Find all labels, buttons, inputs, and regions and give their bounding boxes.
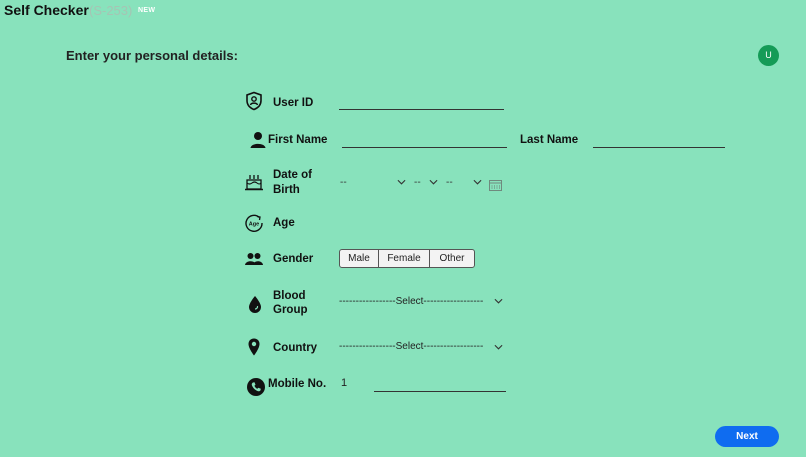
country-select[interactable]: -----------------Select-----------------…	[339, 341, 483, 352]
chevron-down-icon[interactable]	[429, 179, 438, 185]
dob-year-value[interactable]: --	[446, 177, 453, 188]
blood-group-select[interactable]: -----------------Select-----------------…	[339, 296, 483, 307]
dob-day-value[interactable]: --	[340, 177, 347, 188]
chevron-down-icon[interactable]	[473, 179, 482, 185]
shield-user-icon	[244, 91, 264, 111]
first-name-input[interactable]	[342, 147, 507, 148]
location-pin-icon	[244, 337, 264, 357]
next-button[interactable]: Next	[715, 426, 779, 447]
blood-group-label-line2: Group	[273, 304, 308, 316]
chevron-down-icon[interactable]	[494, 344, 503, 350]
dob-label-line2: Birth	[273, 184, 300, 196]
age-icon-text: Age	[249, 222, 259, 228]
mobile-input[interactable]	[374, 391, 506, 392]
blood-group-label-line1: Blood	[273, 290, 306, 302]
gender-label: Gender	[273, 253, 314, 265]
app-title: Self Checker	[4, 2, 89, 18]
dob-label-line1: Date of	[273, 169, 312, 181]
last-name-input[interactable]	[593, 147, 725, 148]
birthday-cake-icon	[244, 172, 264, 192]
user-id-input[interactable]	[339, 109, 504, 110]
country-label: Country	[273, 342, 318, 354]
calendar-icon[interactable]	[489, 179, 502, 191]
gender-male-button[interactable]: Male	[339, 249, 379, 268]
avatar[interactable]: U	[758, 45, 779, 66]
phone-icon	[246, 377, 266, 397]
blood-drop-icon	[245, 294, 265, 314]
age-label: Age	[273, 217, 295, 229]
first-name-label: First Name	[268, 134, 328, 146]
app-code: (S-253)	[89, 3, 133, 18]
user-id-label: User ID	[273, 97, 314, 109]
person-icon	[248, 130, 268, 150]
last-name-label: Last Name	[520, 134, 579, 146]
chevron-down-icon[interactable]	[494, 298, 503, 304]
group-icon	[244, 250, 264, 270]
chevron-down-icon[interactable]	[397, 179, 406, 185]
age-icon: Age	[244, 213, 264, 233]
new-badge: NEW	[138, 7, 156, 14]
gender-female-button[interactable]: Female	[378, 249, 430, 268]
section-title: Enter your personal details:	[66, 48, 238, 63]
mobile-label: Mobile No.	[268, 378, 327, 390]
gender-other-button[interactable]: Other	[429, 249, 475, 268]
mobile-country-code[interactable]: 1	[341, 377, 347, 389]
dob-month-value[interactable]: --	[414, 177, 421, 188]
